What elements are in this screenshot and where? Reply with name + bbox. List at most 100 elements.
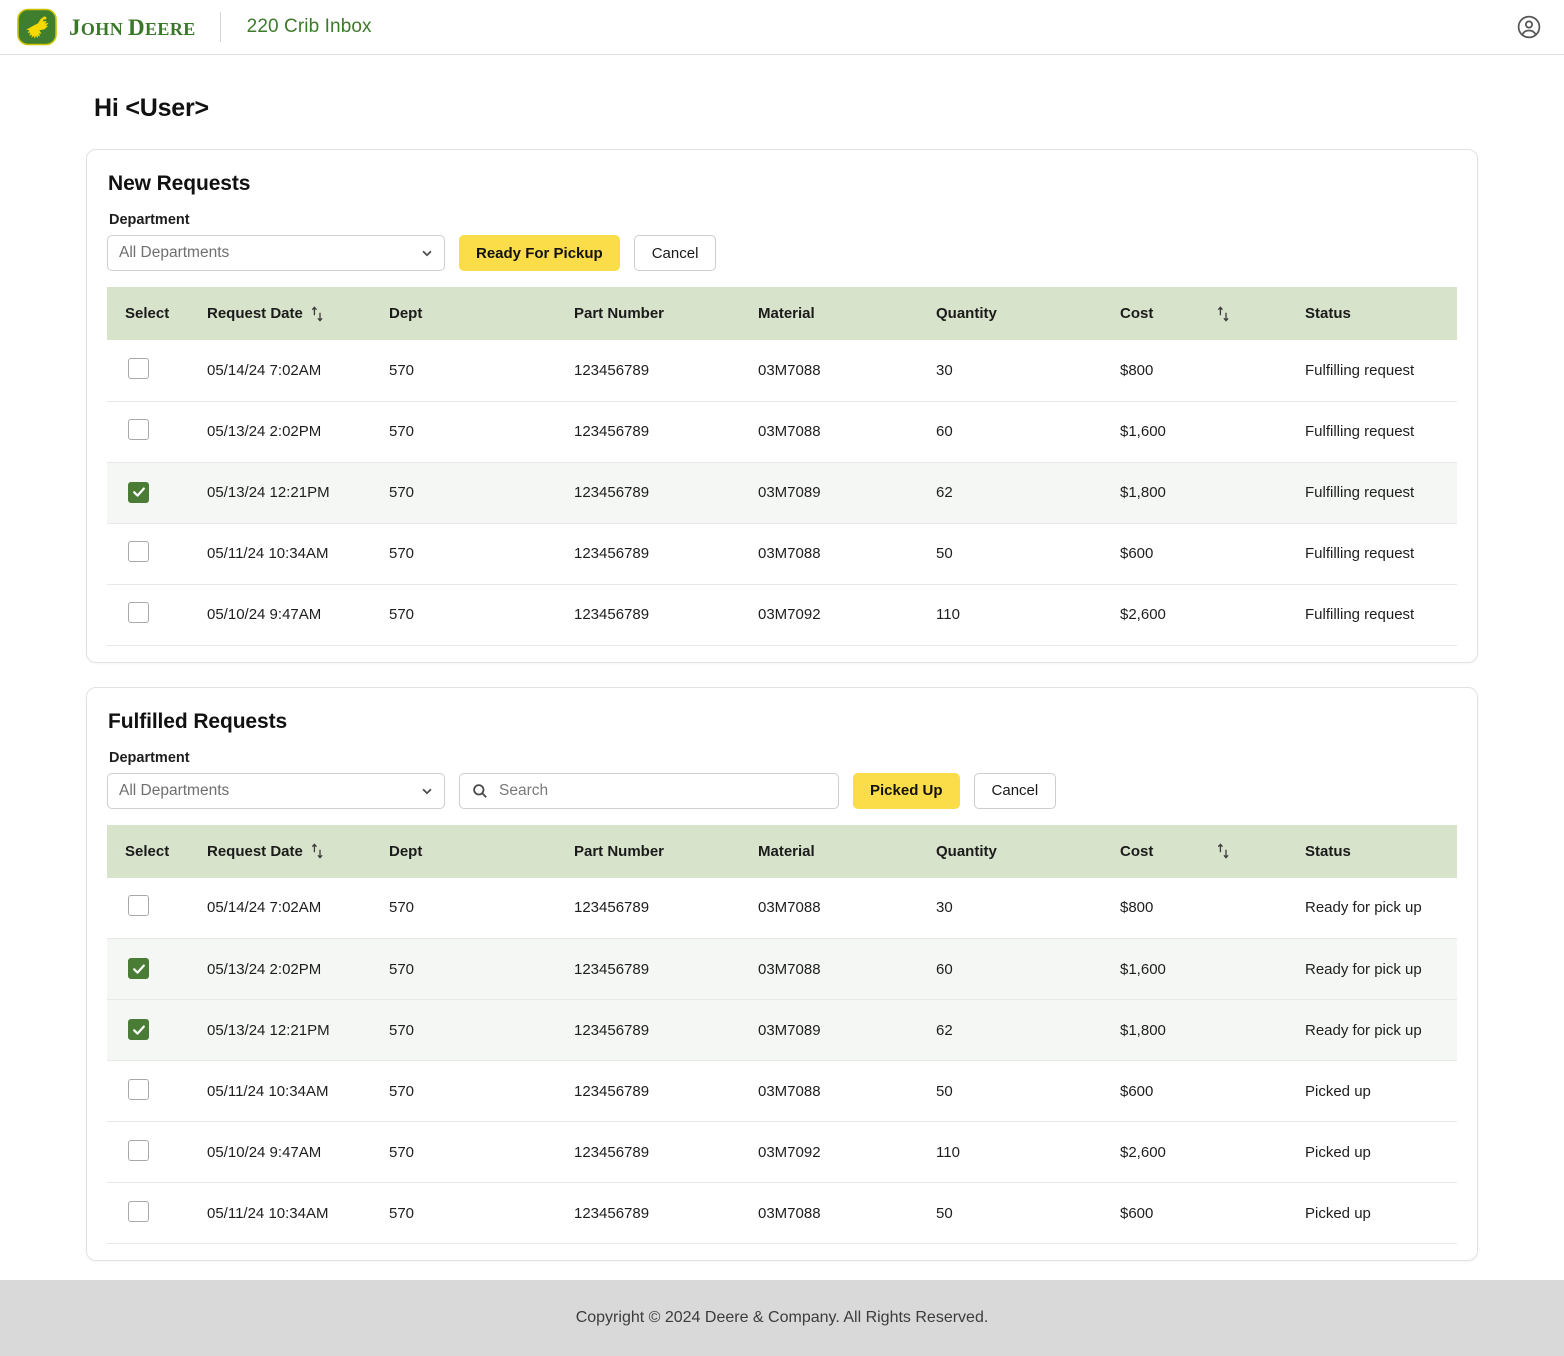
column-header-select: Select bbox=[107, 287, 189, 340]
row-select-cell bbox=[107, 584, 189, 646]
copyright-text: Copyright © 2024 Deere & Company. All Ri… bbox=[575, 1309, 989, 1326]
cell-status: Fulfilling request bbox=[1287, 584, 1457, 646]
column-header-part-number: Part Number bbox=[556, 287, 740, 340]
row-select-checkbox[interactable] bbox=[128, 1139, 149, 1161]
sort-arrows-icon[interactable] bbox=[311, 305, 324, 322]
table-row[interactable]: 05/10/24 9:47AM 570 123456789 03M7092 110 $2,… bbox=[107, 1121, 1457, 1183]
column-header-cost[interactable]: Cost bbox=[1102, 824, 1287, 878]
cell-status: Picked up bbox=[1287, 1060, 1457, 1122]
page-title: Hi <User> bbox=[94, 94, 209, 122]
column-header-material: Material bbox=[740, 287, 918, 340]
cell-dept: 570 bbox=[371, 462, 556, 524]
column-header-material: Material bbox=[740, 824, 918, 878]
john-deere-wordmark: JOHN DEERE bbox=[69, 14, 196, 40]
fulfilled-requests-department-value[interactable]: All Departments bbox=[107, 772, 445, 809]
cell-quantity: 110 bbox=[918, 1121, 1102, 1183]
search-icon bbox=[473, 783, 487, 798]
row-select-checkbox[interactable] bbox=[128, 357, 149, 379]
new-requests-department-value[interactable]: All Departments bbox=[107, 235, 445, 271]
table-row[interactable]: 05/11/24 10:34AM 570 123456789 03M7088 50 $60… bbox=[107, 523, 1457, 585]
app-title: 220 Crib Inbox bbox=[246, 16, 372, 37]
table-row[interactable]: 05/13/24 12:21PM 570 123456789 03M7089 62 $1,… bbox=[107, 462, 1457, 524]
row-select-checkbox[interactable] bbox=[128, 419, 149, 440]
fulfilled-requests-department-label: Department bbox=[109, 749, 190, 766]
cell-part-number: 123456789 bbox=[556, 1121, 740, 1183]
cell-request-date: 05/13/24 2:02PM bbox=[189, 401, 371, 463]
fulfilled-requests-cancel-button[interactable]: Cancel bbox=[973, 772, 1057, 809]
cell-material: 03M7088 bbox=[740, 401, 918, 463]
row-select-checkbox[interactable] bbox=[128, 481, 149, 503]
column-header-part-number: Part Number bbox=[556, 824, 740, 878]
table-row[interactable]: 05/13/24 12:21PM 570 123456789 03M7089 62 $1,… bbox=[107, 999, 1457, 1061]
cell-part-number: 123456789 bbox=[556, 1060, 740, 1122]
cell-quantity: 50 bbox=[918, 1060, 1102, 1122]
cell-material: 03M7089 bbox=[740, 999, 918, 1061]
cell-request-date: 05/13/24 12:21PM bbox=[189, 999, 371, 1061]
brand-block[interactable]: JOHN DEERE bbox=[16, 8, 196, 46]
search-input[interactable]: Search bbox=[459, 772, 839, 809]
fulfilled-requests-table-body: 05/14/24 7:02AM 570 123456789 03M7088 30 $800… bbox=[107, 877, 1457, 1244]
sort-arrows-icon[interactable] bbox=[1217, 843, 1230, 859]
row-select-checkbox[interactable] bbox=[128, 1200, 149, 1222]
fulfilled-requests-card: Fulfilled Requests Department All Depart… bbox=[86, 686, 1478, 1261]
column-header-request-date[interactable]: Request Date bbox=[189, 824, 371, 878]
row-select-cell bbox=[107, 340, 189, 402]
table-row[interactable]: 05/13/24 2:02PM 570 123456789 03M7088 60 $1,6… bbox=[107, 401, 1457, 463]
top-header-bar: JOHN DEERE 220 Crib Inbox bbox=[0, 0, 1564, 55]
cell-quantity: 60 bbox=[918, 401, 1102, 463]
cell-quantity: 62 bbox=[918, 462, 1102, 524]
cell-cost: $1,600 bbox=[1102, 938, 1287, 1000]
table-row[interactable]: 05/14/24 7:02AM 570 123456789 03M7088 30 $800… bbox=[107, 877, 1457, 939]
cell-material: 03M7088 bbox=[740, 340, 918, 402]
account-circle-icon[interactable] bbox=[1516, 14, 1542, 40]
fulfilled-requests-table: Select Request Date Dept Part Number Mat… bbox=[107, 824, 1457, 1244]
cell-cost: $1,800 bbox=[1102, 462, 1287, 524]
cell-status: Ready for pick up bbox=[1287, 999, 1457, 1061]
cell-material: 03M7089 bbox=[740, 462, 918, 524]
ready-for-pickup-button[interactable]: Ready For Pickup bbox=[459, 235, 620, 271]
cell-material: 03M7088 bbox=[740, 877, 918, 939]
table-row[interactable]: 05/14/24 7:02AM 570 123456789 03M7088 30 $800… bbox=[107, 340, 1457, 402]
cell-status: Fulfilling request bbox=[1287, 462, 1457, 524]
row-select-checkbox[interactable] bbox=[128, 1019, 149, 1041]
table-row[interactable]: 05/10/24 9:47AM 570 123456789 03M7092 110 $2,… bbox=[107, 584, 1457, 646]
sort-arrows-icon[interactable] bbox=[1217, 305, 1230, 322]
new-requests-card: New Requests Department All Departments … bbox=[86, 149, 1478, 663]
new-requests-department-select[interactable]: All Departments bbox=[107, 235, 445, 271]
column-header-status: Status bbox=[1287, 287, 1457, 340]
table-row[interactable]: 05/11/24 10:34AM 570 123456789 03M7088 50 $60… bbox=[107, 1182, 1457, 1244]
fulfilled-requests-search[interactable]: Search bbox=[459, 772, 839, 809]
column-header-cost[interactable]: Cost bbox=[1102, 287, 1287, 340]
row-select-cell bbox=[107, 877, 189, 939]
cell-status: Fulfilling request bbox=[1287, 340, 1457, 402]
sort-arrows-icon[interactable] bbox=[311, 843, 324, 859]
cell-request-date: 05/11/24 10:34AM bbox=[189, 523, 371, 585]
cell-part-number: 123456789 bbox=[556, 877, 740, 939]
cell-cost: $1,600 bbox=[1102, 401, 1287, 463]
column-header-status: Status bbox=[1287, 824, 1457, 878]
cell-quantity: 110 bbox=[918, 584, 1102, 646]
row-select-checkbox[interactable] bbox=[128, 541, 149, 562]
cell-part-number: 123456789 bbox=[556, 999, 740, 1061]
cell-cost: $600 bbox=[1102, 523, 1287, 585]
row-select-checkbox[interactable] bbox=[128, 895, 149, 917]
fulfilled-requests-department-select[interactable]: All Departments bbox=[107, 772, 445, 809]
row-select-checkbox[interactable] bbox=[128, 958, 149, 980]
table-row[interactable]: 05/11/24 10:34AM 570 123456789 03M7088 50 $60… bbox=[107, 1060, 1457, 1122]
cell-status: Picked up bbox=[1287, 1121, 1457, 1183]
new-requests-cancel-button[interactable]: Cancel bbox=[633, 235, 717, 271]
row-select-cell bbox=[107, 462, 189, 524]
table-row[interactable]: 05/13/24 2:02PM 570 123456789 03M7088 60 $1,6… bbox=[107, 938, 1457, 1000]
column-header-quantity: Quantity bbox=[918, 287, 1102, 340]
cell-dept: 570 bbox=[371, 938, 556, 1000]
cell-status: Ready for pick up bbox=[1287, 877, 1457, 939]
row-select-cell bbox=[107, 523, 189, 585]
cell-dept: 570 bbox=[371, 999, 556, 1061]
row-select-checkbox[interactable] bbox=[128, 602, 149, 623]
row-select-checkbox[interactable] bbox=[128, 1078, 149, 1100]
row-select-cell bbox=[107, 1121, 189, 1183]
cell-cost: $2,600 bbox=[1102, 584, 1287, 646]
picked-up-button[interactable]: Picked Up bbox=[853, 772, 960, 809]
new-requests-table-body: 05/14/24 7:02AM 570 123456789 03M7088 30 $800… bbox=[107, 340, 1457, 646]
column-header-request-date[interactable]: Request Date bbox=[189, 287, 371, 340]
